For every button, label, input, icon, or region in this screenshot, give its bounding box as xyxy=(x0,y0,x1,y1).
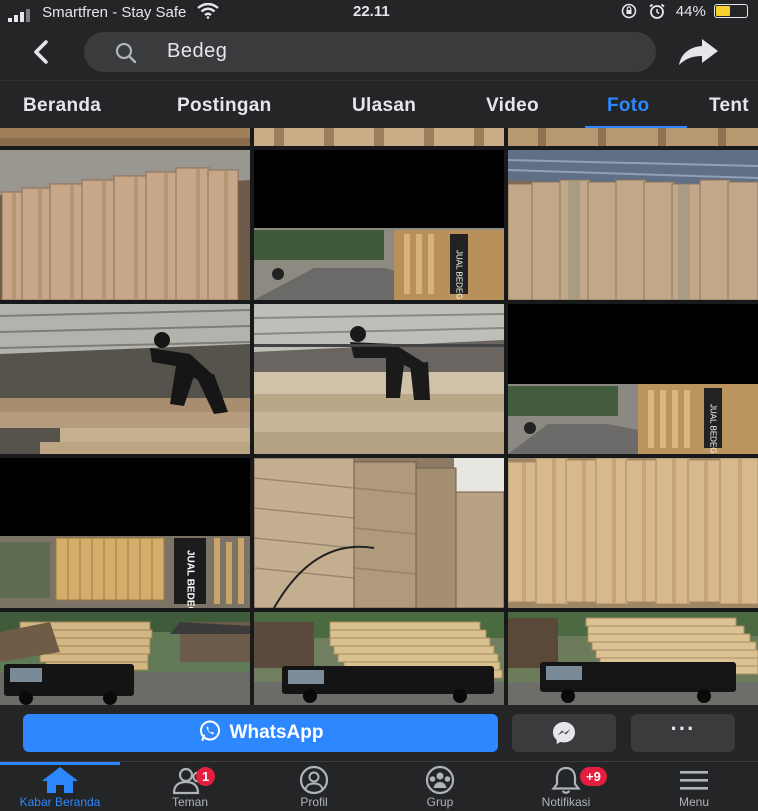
photo-partial-3[interactable] xyxy=(508,128,758,146)
more-label: ··· xyxy=(670,716,696,741)
photo-partial-2[interactable] xyxy=(254,128,504,146)
signal-icon xyxy=(8,5,32,22)
nav-label-profil: Profil xyxy=(300,795,328,809)
share-arrow-icon[interactable] xyxy=(676,36,720,68)
more-options-button[interactable]: ··· xyxy=(631,714,735,752)
search-icon xyxy=(115,42,137,64)
nav-label-notifikasi: Notifikasi xyxy=(541,795,591,809)
nav-kabar-beranda[interactable]: Kabar Beranda xyxy=(0,762,120,811)
profile-icon xyxy=(299,765,329,795)
search-query: Bedeg xyxy=(167,40,228,62)
tab-video[interactable]: Video xyxy=(486,95,539,117)
tab-postingan[interactable]: Postingan xyxy=(177,95,272,117)
photo-woven-rolls-closeup[interactable] xyxy=(254,458,504,608)
page-tabs: Beranda Postingan Ulasan Video Foto Tent xyxy=(0,80,758,128)
status-time: 22.11 xyxy=(353,3,390,20)
teman-badge: 1 xyxy=(196,767,216,786)
nav-grup[interactable]: Grup xyxy=(380,762,500,811)
menu-icon xyxy=(680,771,708,790)
tab-tentang[interactable]: Tent xyxy=(709,95,749,117)
photo-worker-stacking-2[interactable] xyxy=(254,304,504,454)
search-header: Bedeg xyxy=(0,24,758,80)
photo-rolled-mats[interactable] xyxy=(0,150,250,300)
rotation-lock-icon xyxy=(622,3,637,19)
battery-percent: 44% xyxy=(675,3,706,20)
photo-street-shop[interactable]: JUAL BEDEG xyxy=(254,150,504,300)
tab-ulasan[interactable]: Ulasan xyxy=(352,95,416,117)
photo-truck-loaded-2[interactable] xyxy=(254,612,504,705)
bottom-navigation: Kabar Beranda 1 Teman Profil Grup +9 Not… xyxy=(0,761,758,811)
messenger-button[interactable] xyxy=(512,714,616,752)
photo-mats-under-roof[interactable] xyxy=(508,150,758,300)
nav-label-teman: Teman xyxy=(171,795,209,809)
search-bar[interactable]: Bedeg xyxy=(84,32,656,72)
battery-fill xyxy=(716,6,731,16)
nav-label-menu: Menu xyxy=(678,795,710,809)
tab-foto[interactable]: Foto xyxy=(607,95,649,117)
status-left: Smartfren - Stay Safe xyxy=(8,2,219,22)
messenger-icon xyxy=(553,722,575,744)
battery-icon xyxy=(714,4,748,18)
wifi-icon xyxy=(196,2,219,19)
nav-notifikasi[interactable]: +9 Notifikasi xyxy=(506,762,626,811)
home-icon xyxy=(42,767,78,793)
nav-label-kabar-beranda: Kabar Beranda xyxy=(19,795,101,809)
whatsapp-button[interactable]: WhatsApp xyxy=(23,714,498,752)
page-action-bar: WhatsApp ··· xyxy=(0,705,758,761)
shop-sign-text: JUAL BEDEG xyxy=(455,250,464,300)
alarm-icon xyxy=(649,3,665,19)
shop-sign-text-3: JUAL BEDEG xyxy=(185,550,196,608)
back-chevron-icon[interactable] xyxy=(26,36,58,68)
photo-partial-1[interactable] xyxy=(0,128,250,146)
nav-menu[interactable]: Menu xyxy=(634,762,754,811)
photo-rolled-mats-2[interactable] xyxy=(508,458,758,608)
photo-grid: JUAL BEDEG JUAL BEDEG JUAL BEDEG xyxy=(0,128,758,705)
shop-sign-text-2: JUAL BEDEG xyxy=(709,404,718,454)
nav-teman[interactable]: 1 Teman xyxy=(130,762,250,811)
tab-beranda[interactable]: Beranda xyxy=(23,95,101,117)
notifikasi-badge: +9 xyxy=(580,767,607,786)
photo-worker-stacking-1[interactable] xyxy=(0,304,250,454)
whatsapp-label: WhatsApp xyxy=(229,722,324,743)
status-bar: Smartfren - Stay Safe 22.11 44% xyxy=(0,0,758,24)
photo-street-shop-2[interactable]: JUAL BEDEG xyxy=(508,304,758,454)
whatsapp-icon xyxy=(199,720,220,741)
groups-icon xyxy=(425,765,455,795)
photo-truck-loaded-3[interactable] xyxy=(508,612,758,705)
photo-truck-loaded-1[interactable] xyxy=(0,612,250,705)
nav-label-grup: Grup xyxy=(426,795,454,809)
photo-shop-front[interactable]: JUAL BEDEG xyxy=(0,458,250,608)
carrier-name: Smartfren - Stay Safe xyxy=(42,4,187,21)
nav-profil[interactable]: Profil xyxy=(254,762,374,811)
status-right: 44% xyxy=(621,3,748,20)
